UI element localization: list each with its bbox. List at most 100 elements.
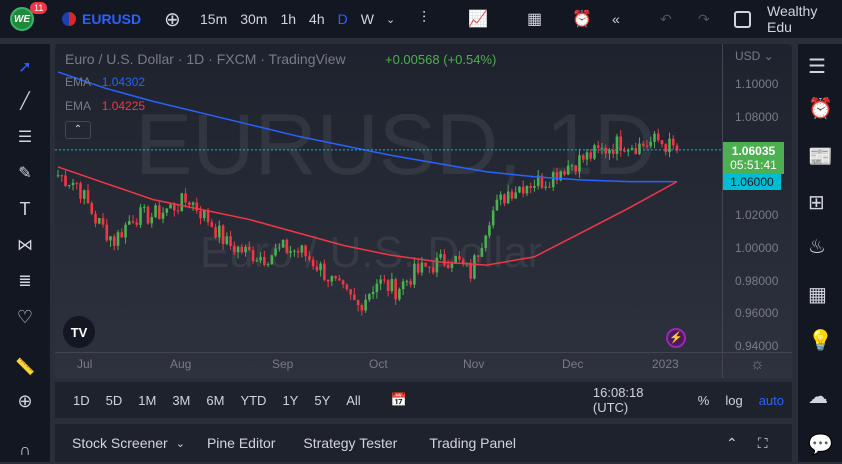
zoom-icon[interactable]: ⊕	[12, 388, 38, 414]
candle-body	[60, 175, 64, 177]
tradingview-logo[interactable]: TV	[63, 316, 95, 348]
watchlist-icon[interactable]: ☰	[808, 54, 834, 80]
compare-add-button[interactable]: ⊕	[164, 0, 181, 38]
percent-toggle[interactable]: %	[690, 393, 718, 408]
timeframe-D[interactable]: D	[338, 0, 348, 38]
timeframe-W[interactable]: W	[361, 0, 374, 38]
fib-icon[interactable]: ☰	[12, 124, 38, 150]
tab-strategy-tester[interactable]: Strategy Tester	[303, 435, 397, 451]
heart-icon[interactable]: ♡	[12, 304, 38, 330]
candle-body	[473, 255, 476, 279]
candle-body	[326, 279, 330, 282]
currency-selector[interactable]: USD ⌄	[735, 49, 774, 63]
ema-legend-2[interactable]: EMA 1.04225	[65, 99, 145, 113]
timeframe-4h[interactable]: 4h	[309, 0, 325, 38]
candle-body	[116, 232, 120, 246]
redo-icon[interactable]: ↷	[698, 0, 710, 38]
chevron-down-icon[interactable]: ⌄	[176, 437, 185, 450]
range-All[interactable]: All	[338, 393, 368, 408]
candle-body	[600, 147, 604, 149]
candle-body	[566, 165, 570, 175]
ruler-icon[interactable]: 📏	[12, 354, 38, 380]
replay-icon[interactable]: «	[612, 0, 620, 38]
prediction-icon[interactable]: ≣	[12, 268, 38, 294]
alarm-clock-icon[interactable]: ⏰	[808, 96, 834, 122]
collapse-legend-button[interactable]: ⌃	[65, 121, 91, 139]
price-plot[interactable]	[55, 44, 792, 378]
candle-body	[146, 206, 150, 224]
candle-body	[278, 247, 281, 249]
candle-body	[176, 210, 180, 212]
candles-icon[interactable]: ⫶	[422, 0, 426, 38]
tab-trading-panel[interactable]: Trading Panel	[429, 435, 516, 451]
settings-gear-icon[interactable]: ☼	[750, 356, 765, 374]
goto-date-icon[interactable]: 📅	[383, 392, 415, 408]
candle-body	[574, 165, 578, 172]
range-5D[interactable]: 5D	[98, 393, 131, 408]
timeframe-30m[interactable]: 30m	[240, 0, 267, 38]
layout-grid-icon[interactable]: ▦	[527, 0, 542, 38]
chat-cloud-icon[interactable]: ☁	[808, 384, 834, 410]
clock-time[interactable]: 16:08:18 (UTC)	[585, 385, 680, 415]
timeframe-1h[interactable]: 1h	[280, 0, 296, 38]
magnet-icon[interactable]: ∩	[12, 438, 38, 464]
chart-pane[interactable]: EURUSD, 1D Euro / U.S. Dollar Euro / U.S…	[55, 44, 792, 378]
collapse-panel-icon[interactable]: ⌃	[726, 435, 738, 452]
pattern-icon[interactable]: ⋈	[12, 232, 38, 258]
candle-body	[56, 175, 60, 177]
top-toolbar: WE 11 EURUSD ⊕ 15m 30m 1h 4h D W ⌄ ⫶ 📈 ▦ ⏰ « …	[0, 0, 842, 38]
candle-body	[180, 193, 184, 212]
range-1Y[interactable]: 1Y	[274, 393, 306, 408]
cursor-icon[interactable]: ➚	[12, 54, 38, 80]
range-6M[interactable]: 6M	[198, 393, 232, 408]
range-5Y[interactable]: 5Y	[306, 393, 338, 408]
candle-body	[401, 281, 405, 290]
alert-icon[interactable]: ⏰	[572, 0, 592, 38]
trend-line-icon[interactable]: ╱	[12, 88, 38, 114]
candle-body	[375, 283, 379, 293]
account-name[interactable]: Wealthy Edu	[767, 0, 842, 38]
candle-body	[356, 300, 360, 305]
chats-icon[interactable]: 💬	[808, 432, 834, 458]
candle-body	[431, 267, 435, 273]
range-1M[interactable]: 1M	[130, 393, 164, 408]
candle-body	[349, 289, 352, 295]
range-3M[interactable]: 3M	[164, 393, 198, 408]
tab-stock-screener[interactable]: Stock Screener	[72, 435, 168, 451]
indicators-icon[interactable]: 📈	[468, 0, 488, 38]
price-tick: 1.00000	[735, 240, 779, 255]
candle-body	[641, 143, 645, 146]
auto-toggle[interactable]: auto	[751, 393, 792, 408]
calendar-icon[interactable]: ▦	[808, 282, 834, 308]
candle-body	[495, 199, 499, 211]
candle-body	[112, 236, 116, 246]
maximize-icon[interactable]: ⛶	[758, 435, 768, 452]
candle-body	[488, 225, 491, 236]
timeframe-15m[interactable]: 15m	[200, 0, 227, 38]
candle-body	[274, 248, 277, 256]
log-toggle[interactable]: log	[717, 393, 750, 408]
add-list-icon[interactable]: ⊞	[808, 190, 834, 216]
chevron-down-icon[interactable]: ⌄	[386, 0, 395, 38]
time-tick: Aug	[170, 357, 192, 371]
range-YTD[interactable]: YTD	[232, 393, 274, 408]
tab-pine-editor[interactable]: Pine Editor	[207, 435, 275, 451]
ema-legend-1[interactable]: EMA 1.04302	[65, 75, 145, 89]
ideas-lightbulb-icon[interactable]: 💡	[808, 328, 834, 354]
candle-body	[446, 264, 450, 268]
brush-icon[interactable]: ✎	[12, 160, 38, 186]
news-icon[interactable]: 📰	[808, 144, 834, 170]
candle-body	[233, 246, 236, 253]
candle-body	[263, 256, 266, 265]
hotlist-fire-icon[interactable]: ♨	[808, 234, 834, 260]
range-1D[interactable]: 1D	[65, 393, 98, 408]
lightning-icon[interactable]: ⚡	[666, 328, 686, 348]
time-tick: Sep	[272, 357, 294, 371]
layout-checkbox[interactable]	[734, 11, 751, 28]
candle-body	[615, 136, 619, 154]
symbol-button[interactable]: EURUSD	[62, 0, 141, 38]
text-icon[interactable]: T	[12, 196, 38, 222]
candle-body	[94, 213, 97, 224]
candle-body	[127, 221, 131, 225]
undo-icon[interactable]: ↶	[660, 0, 672, 38]
